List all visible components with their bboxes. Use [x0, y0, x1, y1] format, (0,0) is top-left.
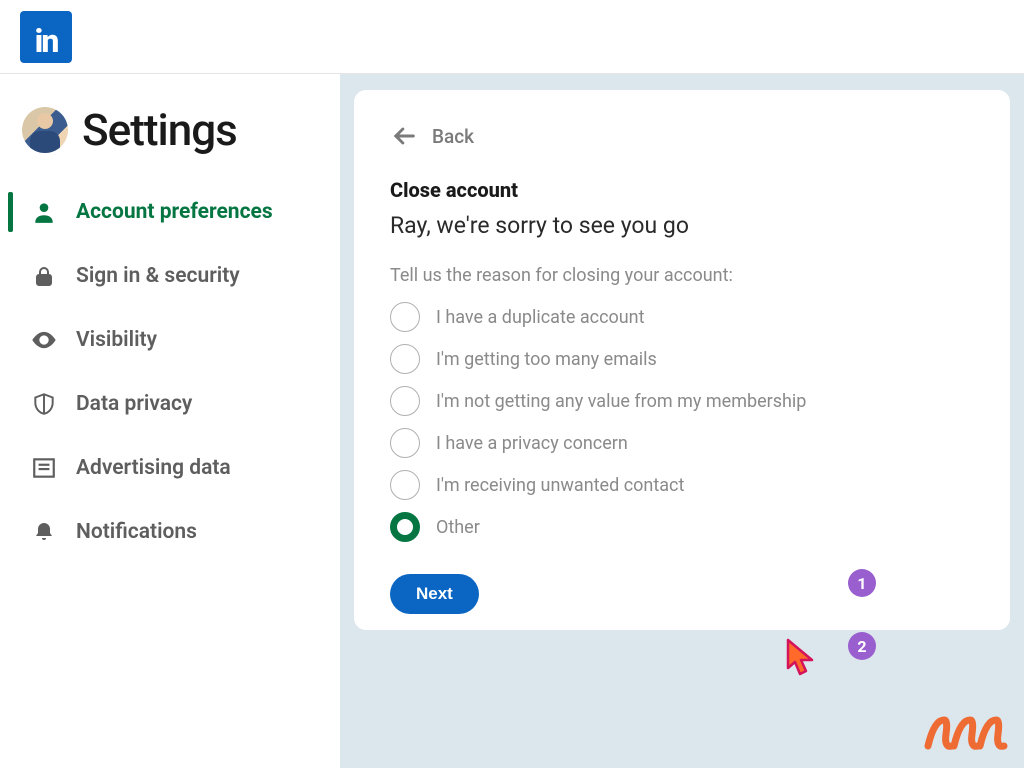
sorry-message: Ray, we're sorry to see you go — [390, 212, 974, 239]
radio-icon — [390, 344, 420, 374]
main-content: Back Close account Ray, we're sorry to s… — [340, 74, 1024, 768]
reason-option-other[interactable]: Other — [390, 512, 974, 542]
reason-option-no-value[interactable]: I'm not getting any value from my member… — [390, 386, 974, 416]
app-header: in — [0, 0, 1024, 74]
arrow-left-icon — [390, 122, 418, 150]
radio-label: I'm getting too many emails — [436, 349, 657, 370]
radio-icon — [390, 386, 420, 416]
shield-icon — [30, 390, 58, 418]
sidebar-item-label: Notifications — [76, 520, 197, 544]
section-title: Close account — [390, 178, 974, 202]
back-label: Back — [432, 125, 474, 148]
bell-icon — [30, 518, 58, 546]
sidebar-item-label: Sign in & security — [76, 264, 240, 288]
radio-icon-selected — [390, 512, 420, 542]
sidebar-item-label: Data privacy — [76, 392, 192, 416]
sidebar-item-visibility[interactable]: Visibility — [0, 308, 340, 372]
reason-option-duplicate[interactable]: I have a duplicate account — [390, 302, 974, 332]
radio-icon — [390, 428, 420, 458]
radio-icon — [390, 302, 420, 332]
sidebar-item-label: Advertising data — [76, 456, 231, 480]
cursor-pointer-icon — [782, 636, 822, 684]
reason-option-privacy[interactable]: I have a privacy concern — [390, 428, 974, 458]
logo-text: in — [35, 25, 58, 57]
sidebar-item-notifications[interactable]: Notifications — [0, 500, 340, 564]
avatar[interactable] — [22, 107, 68, 153]
sidebar-item-label: Account preferences — [76, 200, 273, 224]
radio-label: Other — [436, 517, 480, 538]
person-icon — [30, 198, 58, 226]
watermark-icon — [924, 712, 1010, 758]
sidebar-item-data-privacy[interactable]: Data privacy — [0, 372, 340, 436]
sidebar-item-account-preferences[interactable]: Account preferences — [0, 180, 340, 244]
annotation-badge-1: 1 — [848, 569, 876, 597]
linkedin-logo[interactable]: in — [20, 11, 72, 63]
next-button-label: Next — [416, 584, 453, 603]
sidebar-item-label: Visibility — [76, 328, 157, 352]
radio-label: I'm not getting any value from my member… — [436, 391, 806, 412]
reason-option-emails[interactable]: I'm getting too many emails — [390, 344, 974, 374]
reason-prompt: Tell us the reason for closing your acco… — [390, 265, 974, 286]
annotation-badge-2: 2 — [848, 632, 876, 660]
radio-label: I have a privacy concern — [436, 433, 628, 454]
sidebar: Settings Account preferences Sign in & s… — [0, 74, 340, 768]
newspaper-icon — [30, 454, 58, 482]
settings-header: Settings — [0, 94, 340, 180]
reason-option-unwanted-contact[interactable]: I'm receiving unwanted contact — [390, 470, 974, 500]
radio-label: I have a duplicate account — [436, 307, 645, 328]
back-button[interactable]: Back — [390, 122, 974, 150]
sidebar-item-signin-security[interactable]: Sign in & security — [0, 244, 340, 308]
radio-icon — [390, 470, 420, 500]
lock-icon — [30, 262, 58, 290]
sidebar-item-advertising-data[interactable]: Advertising data — [0, 436, 340, 500]
page-title: Settings — [82, 104, 237, 156]
eye-icon — [30, 326, 58, 354]
radio-label: I'm receiving unwanted contact — [436, 475, 684, 496]
settings-card: Back Close account Ray, we're sorry to s… — [354, 90, 1010, 630]
next-button[interactable]: Next — [390, 574, 479, 614]
